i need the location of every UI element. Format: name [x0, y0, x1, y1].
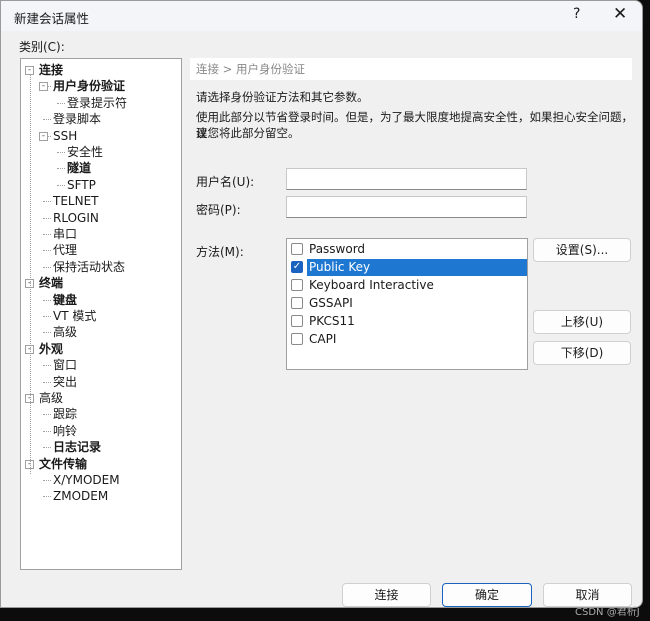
session-properties-dialog: 新建会话属性 ? ✕ 类别(C): - 连接 - 用户身份验证 登录提示符 登录脚本 - SS… [0, 0, 643, 608]
tree-item[interactable]: 安全性 [67, 144, 103, 160]
tree-item[interactable]: 高级 [39, 390, 63, 406]
tree-connector [43, 266, 51, 268]
tree-connector [43, 496, 51, 498]
tree-connector [43, 414, 51, 416]
tree-item[interactable]: 高级 [53, 324, 77, 340]
category-label: 类别(C): [19, 40, 65, 54]
method-item[interactable]: CAPI [289, 330, 527, 348]
settings-button[interactable]: 设置(S)... [533, 238, 631, 262]
tree-connector [43, 119, 51, 121]
tree-item[interactable]: 窗口 [53, 357, 77, 373]
collapse-icon[interactable]: - [39, 131, 48, 141]
tree-connector [43, 332, 51, 334]
tree-connector [57, 152, 65, 153]
watermark: CSDN @君析J [575, 607, 640, 618]
method-label: CAPI [309, 332, 337, 346]
username-label: 用户名(U): [196, 175, 255, 189]
tree-connector [43, 480, 51, 481]
tree-item[interactable]: 登录脚本 [53, 111, 101, 127]
tree-connector [43, 299, 51, 301]
method-item[interactable]: GSSAPI [289, 294, 527, 312]
tree-connector [43, 201, 51, 203]
ok-button[interactable]: 确定 [442, 583, 532, 607]
tree-item[interactable]: 保持活动状态 [53, 259, 125, 275]
tree-connector [43, 234, 51, 235]
tree-item[interactable]: 响铃 [53, 423, 77, 439]
tree-item[interactable]: TELNET [53, 193, 99, 209]
help-button[interactable]: ? [573, 6, 580, 22]
tree-item[interactable]: 跟踪 [53, 406, 77, 422]
method-label: Password [309, 242, 366, 256]
checkbox[interactable] [291, 315, 303, 327]
intro-text: 请选择身份验证方法和其它参数。 [196, 90, 369, 104]
checkbox[interactable] [291, 279, 303, 291]
tree-item[interactable]: VT 模式 [53, 308, 96, 324]
tree-item[interactable]: 串口 [53, 226, 77, 242]
tree-item[interactable]: 日志记录 [53, 439, 101, 455]
tree-item[interactable]: 文件传输 [39, 456, 87, 472]
tree-item[interactable]: 连接 [39, 62, 63, 78]
tree-item[interactable]: 突出 [53, 374, 77, 390]
password-label: 密码(P): [196, 203, 241, 217]
collapse-icon[interactable]: - [39, 82, 48, 92]
tree-item[interactable]: X/YMODEM [53, 472, 120, 488]
tree-item[interactable]: 隧道 [67, 160, 91, 176]
tree-item[interactable]: 终端 [39, 275, 63, 291]
method-list[interactable]: Password ✓ Public Key Keyboard Interactive G… [286, 238, 528, 370]
title-bar: 新建会话属性 ? ✕ [1, 1, 642, 31]
tree-item[interactable]: 键盘 [53, 292, 77, 308]
tree-item[interactable]: 登录提示符 [67, 95, 127, 111]
tree-connector [43, 217, 51, 219]
window-title: 新建会话属性 [14, 11, 90, 26]
tree-connector [57, 184, 65, 186]
tree-item[interactable]: SSH [53, 128, 77, 144]
checkbox[interactable] [291, 333, 303, 345]
method-label: PKCS11 [309, 314, 355, 328]
move-down-button[interactable]: 下移(D) [533, 341, 631, 365]
method-item[interactable]: PKCS11 [289, 312, 527, 330]
checkbox[interactable]: ✓ [291, 261, 303, 273]
note-text-line2: 议您将此部分留空。 [196, 126, 300, 140]
checkbox[interactable] [291, 243, 303, 255]
checkbox[interactable] [291, 297, 303, 309]
tree-line [30, 74, 31, 474]
tree-connector [43, 430, 51, 432]
password-input[interactable] [286, 196, 527, 218]
method-label: Public Key [307, 259, 527, 276]
tree-connector [43, 250, 51, 252]
tree-connector [43, 447, 51, 449]
tree-connector [43, 381, 51, 383]
tree-item[interactable]: 用户身份验证 [53, 78, 125, 94]
tree-connector [57, 102, 65, 104]
tree-connector [43, 365, 51, 367]
method-label: 方法(M): [196, 245, 244, 259]
tree-item[interactable]: 代理 [53, 242, 77, 258]
move-up-button[interactable]: 上移(U) [533, 310, 631, 334]
method-label: Keyboard Interactive [309, 278, 434, 292]
method-item[interactable]: ✓ Public Key [289, 258, 527, 276]
tree-item[interactable]: SFTP [67, 177, 96, 193]
tree-item[interactable]: 外观 [39, 341, 63, 357]
connect-button[interactable]: 连接 [342, 583, 431, 607]
method-item[interactable]: Keyboard Interactive [289, 276, 527, 294]
tree-connector [43, 316, 51, 317]
method-item[interactable]: Password [289, 240, 527, 258]
username-input[interactable] [286, 168, 527, 190]
category-tree[interactable]: - 连接 - 用户身份验证 登录提示符 登录脚本 - SSH 安全性 隧道 SFTP TELNET RL… [20, 58, 182, 570]
close-button[interactable]: ✕ [613, 4, 627, 24]
tree-connector [57, 168, 65, 170]
method-label: GSSAPI [309, 296, 353, 310]
tree-item[interactable]: ZMODEM [53, 488, 108, 504]
breadcrumb: 连接 > 用户身份验证 [190, 58, 632, 80]
tree-item[interactable]: RLOGIN [53, 210, 99, 226]
